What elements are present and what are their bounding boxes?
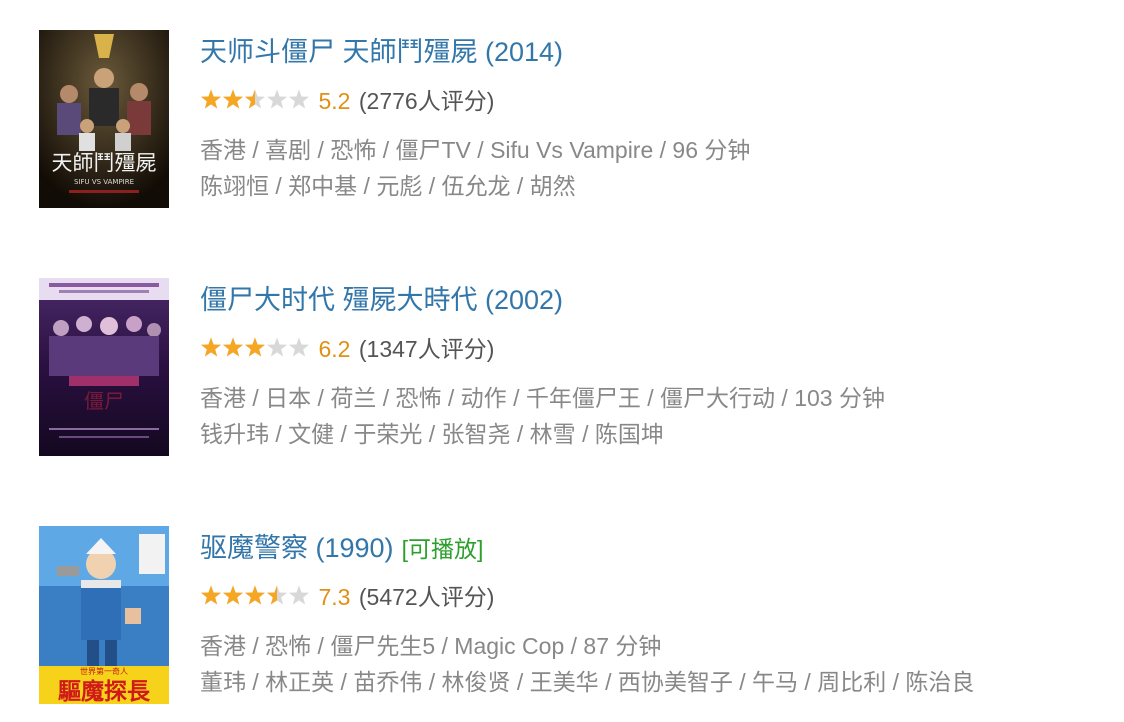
star-filled-icon xyxy=(201,89,221,109)
rating-score: 7.3 xyxy=(318,584,351,610)
star-filled-icon xyxy=(245,337,265,357)
movie-info-line: 香港 / 喜剧 / 恐怖 / 僵尸TV / Sifu Vs Vampire / … xyxy=(200,137,751,163)
movie-cast-line: 钱升玮 / 文健 / 于荣光 / 张智尧 / 林雪 / 陈国坤 xyxy=(200,421,664,447)
rating-votes: (1347人评分) xyxy=(358,336,495,362)
star-rating-icon xyxy=(200,584,310,606)
star-filled-icon xyxy=(201,337,221,357)
star-filled-icon xyxy=(201,585,221,605)
star-empty-icon xyxy=(289,585,309,605)
movie-poster[interactable]: 世界第一奇人 驅魔探長 xyxy=(39,526,169,704)
movie-info: 天师斗僵尸 天師鬥殭屍 (2014) 5.2 (2776人评分) 香港 / 喜剧… xyxy=(200,30,1109,204)
poster-title-text: 驅魔探長 xyxy=(58,678,151,704)
star-filled-icon xyxy=(223,89,243,109)
movie-title-link[interactable]: 天师斗僵尸 天師鬥殭屍 (2014) xyxy=(200,37,563,67)
star-empty-icon xyxy=(289,337,309,357)
star-filled-icon xyxy=(223,337,243,357)
star-rating-icon xyxy=(200,336,310,358)
rating-row: 6.2 (1347人评分) xyxy=(200,334,1109,364)
movie-item: 世界第一奇人 驅魔探長 驱魔警察 (1990) [可播放] 7.3 (5472人评… xyxy=(39,526,1109,706)
movie-info-line: 香港 / 日本 / 荷兰 / 恐怖 / 动作 / 千年僵尸王 / 僵尸大行动 /… xyxy=(200,385,885,411)
star-empty-icon xyxy=(267,89,287,109)
movie-cast-line: 董玮 / 林正英 / 苗乔伟 / 林俊贤 / 王美华 / 西协美智子 / 午马 … xyxy=(200,669,975,695)
rating-row: 5.2 (2776人评分) xyxy=(200,86,1109,116)
star-filled-icon xyxy=(245,585,265,605)
star-empty-icon xyxy=(289,89,309,109)
rating-votes: (2776人评分) xyxy=(358,88,495,114)
movie-info-line: 香港 / 恐怖 / 僵尸先生5 / Magic Cop / 87 分钟 xyxy=(200,633,662,659)
poster-subtitle-text: SIFU VS VAMPIRE xyxy=(74,178,134,186)
rating-row: 7.3 (5472人评分) xyxy=(200,582,1109,612)
poster-subtitle-text: 世界第一奇人 xyxy=(80,666,128,676)
movie-item: 天師鬥殭屍 SIFU VS VAMPIRE 天师斗僵尸 天師鬥殭屍 (2014)… xyxy=(39,30,1109,210)
movie-info: 僵尸大时代 殭屍大時代 (2002) 6.2 (1347人评分) 香港 / 日本… xyxy=(200,278,1109,452)
star-rating-icon xyxy=(200,88,310,110)
movie-title-link[interactable]: 驱魔警察 (1990) xyxy=(200,533,394,563)
poster-title-text: 天師鬥殭屍 xyxy=(52,151,157,175)
rating-score: 5.2 xyxy=(318,88,351,114)
movie-title-link[interactable]: 僵尸大时代 殭屍大時代 (2002) xyxy=(200,285,563,315)
playable-link[interactable]: [可播放] xyxy=(402,536,484,562)
rating-votes: (5472人评分) xyxy=(358,584,495,610)
movie-cast-line: 陈翊恒 / 郑中基 / 元彪 / 伍允龙 / 胡然 xyxy=(200,173,576,199)
svg-text:僵尸: 僵尸 xyxy=(84,389,124,413)
movie-poster[interactable]: 僵尸 xyxy=(39,278,169,456)
star-empty-icon xyxy=(267,337,287,357)
star-filled-icon xyxy=(223,585,243,605)
movie-poster[interactable]: 天師鬥殭屍 SIFU VS VAMPIRE xyxy=(39,30,169,208)
rating-score: 6.2 xyxy=(318,336,351,362)
movie-item: 僵尸 僵尸大时代 殭屍大時代 (2002) 6.2 (1347人评分) 香港 /… xyxy=(39,278,1109,458)
movie-info: 驱魔警察 (1990) [可播放] 7.3 (5472人评分) 香港 / 恐怖 /… xyxy=(200,526,1109,700)
